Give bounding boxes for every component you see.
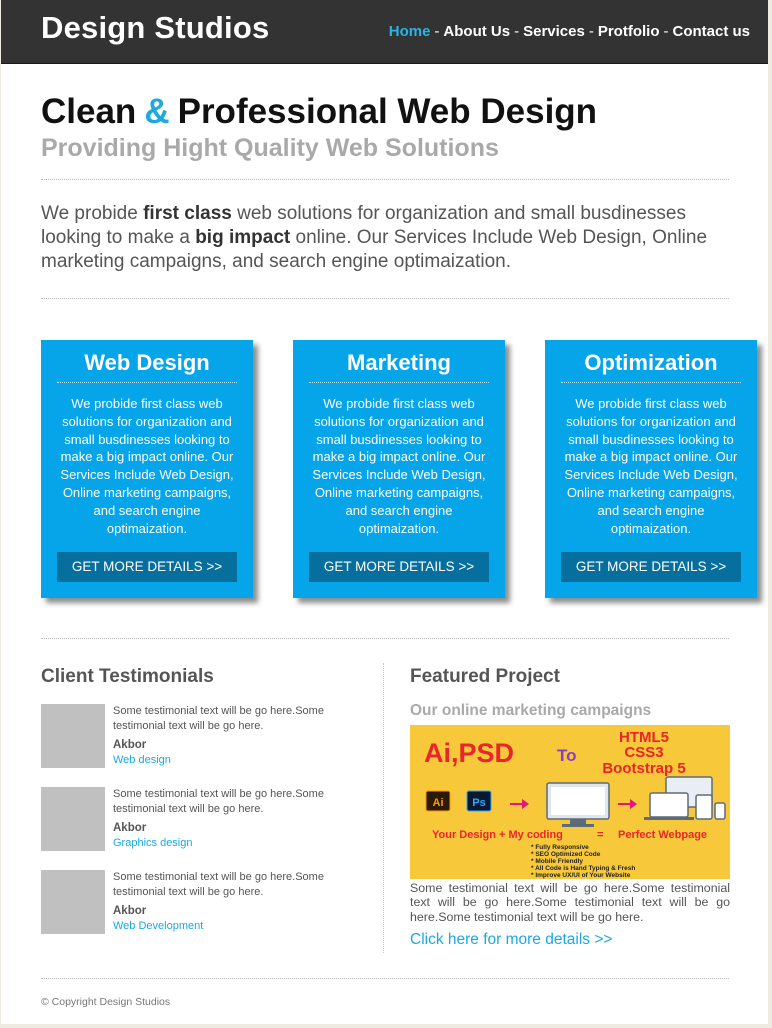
graphic-bullet: * SEO Optimized Code bbox=[531, 851, 601, 858]
monitor-stand bbox=[570, 819, 586, 824]
get-more-details-button[interactable]: GET MORE DETAILS >> bbox=[309, 552, 489, 582]
testimonial-author: Akbor bbox=[113, 905, 147, 917]
hero-title: Clean & Professional Web Design bbox=[41, 92, 597, 132]
testimonials-title: Client Testimonials bbox=[41, 666, 214, 687]
intro-emphasis: big impact bbox=[195, 227, 291, 248]
featured-project-title: Featured Project bbox=[410, 666, 560, 687]
intro-paragraph: We probide first class web solutions for… bbox=[41, 202, 731, 274]
service-card-optimization: Optimization We probide first class web … bbox=[545, 340, 757, 598]
tablet-icon bbox=[695, 794, 713, 820]
nav-services[interactable]: Services bbox=[523, 23, 585, 40]
testimonial-role-link[interactable]: Graphics design bbox=[113, 837, 193, 849]
graphic-bullet: * All Code is Hand Typing & Fresh bbox=[531, 865, 635, 872]
graphic-equals: = bbox=[597, 829, 603, 841]
testimonial-text: Some testimonial text will be go here.So… bbox=[113, 705, 324, 732]
graphic-bullet: * Mobile Friendly bbox=[531, 858, 583, 865]
featured-project-subtitle: Our online marketing campaigns bbox=[410, 702, 652, 719]
phone-icon bbox=[714, 802, 726, 820]
card-title: Optimization bbox=[561, 350, 741, 383]
card-title: Web Design bbox=[57, 350, 237, 383]
graphic-equation-left: Your Design + My coding bbox=[432, 829, 563, 841]
get-more-details-button[interactable]: GET MORE DETAILS >> bbox=[57, 552, 237, 582]
service-card-web-design: Web Design We probide first class web so… bbox=[41, 340, 253, 598]
card-text: We probide first class web solutions for… bbox=[312, 396, 486, 536]
divider bbox=[41, 978, 729, 979]
testimonial-text: Some testimonial text will be go here.So… bbox=[113, 788, 324, 815]
avatar bbox=[41, 704, 105, 768]
column-divider bbox=[383, 663, 384, 953]
testimonial-item: Some testimonial text will be go here.So… bbox=[41, 787, 341, 853]
monitor-base bbox=[562, 824, 594, 827]
testimonial-text: Some testimonial text will be go here.So… bbox=[113, 871, 324, 898]
nav-contact-us[interactable]: Contact us bbox=[672, 23, 750, 40]
laptop-base bbox=[644, 817, 694, 820]
intro-emphasis: first class bbox=[143, 203, 232, 224]
graphic-bullet: * Improve UX/UI of Your Website bbox=[531, 872, 631, 879]
graphic-target-line-2: CSS3 bbox=[624, 744, 663, 761]
card-text: We probide first class web solutions for… bbox=[564, 396, 738, 536]
hero-title-ampersand: & bbox=[144, 92, 170, 131]
card-title: Marketing bbox=[309, 350, 489, 383]
divider bbox=[41, 638, 729, 639]
nav-portfolio[interactable]: Protfolio bbox=[598, 23, 660, 40]
hero-title-part2: Professional Web Design bbox=[177, 92, 598, 131]
featured-project-image[interactable]: Ai,PSD To HTML5 CSS3 Bootstrap 5 Ai Ps Y… bbox=[410, 725, 730, 879]
testimonial-author: Akbor bbox=[113, 822, 147, 834]
testimonial-item: Some testimonial text will be go here.So… bbox=[41, 870, 341, 936]
testimonial-role-link[interactable]: Web design bbox=[113, 754, 171, 766]
page: Design Studios Home - About Us - Services - Pr… bbox=[1, 0, 768, 1024]
avatar bbox=[41, 787, 105, 851]
divider bbox=[41, 179, 729, 180]
site-logo[interactable]: Design Studios bbox=[41, 10, 269, 46]
testimonial-role-link[interactable]: Web Development bbox=[113, 920, 203, 932]
featured-project-graphic: Ai,PSD To HTML5 CSS3 Bootstrap 5 Ai Ps Y… bbox=[410, 725, 730, 879]
more-details-link[interactable]: Click here for more details >> bbox=[410, 931, 612, 949]
nav-separator: - bbox=[588, 23, 594, 40]
hero-subtitle: Providing Hight Quality Web Solutions bbox=[41, 134, 499, 162]
featured-project-text: Some testimonial text will be go here.So… bbox=[410, 881, 730, 924]
laptop-icon bbox=[649, 792, 689, 818]
nav-separator: - bbox=[514, 23, 520, 40]
illustrator-icon-label: Ai bbox=[433, 797, 444, 809]
main-nav: Home - About Us - Services - Protfolio - Contact… bbox=[389, 23, 750, 40]
testimonial-author: Akbor bbox=[113, 739, 147, 751]
graphic-source-text: Ai,PSD bbox=[424, 738, 514, 768]
graphic-target-line-3: Bootstrap 5 bbox=[602, 760, 685, 777]
footer-copyright: © Copyright Design Studios bbox=[41, 996, 171, 1008]
graphic-to-text: To bbox=[557, 746, 577, 765]
avatar bbox=[41, 870, 105, 934]
photoshop-icon-label: Ps bbox=[472, 797, 485, 809]
hero-title-part1: Clean bbox=[41, 92, 137, 131]
divider bbox=[41, 298, 729, 299]
nav-separator: - bbox=[663, 23, 669, 40]
intro-text: We probide bbox=[41, 203, 144, 224]
nav-separator: - bbox=[434, 23, 440, 40]
get-more-details-button[interactable]: GET MORE DETAILS >> bbox=[561, 552, 741, 582]
nav-home[interactable]: Home bbox=[389, 23, 431, 40]
monitor-screen bbox=[551, 787, 605, 815]
graphic-equation-right: Perfect Webpage bbox=[618, 829, 707, 841]
card-text: We probide first class web solutions for… bbox=[60, 396, 234, 536]
testimonial-item: Some testimonial text will be go here.So… bbox=[41, 704, 341, 770]
site-header: Design Studios Home - About Us - Services - Pr… bbox=[1, 0, 768, 64]
nav-about-us[interactable]: About Us bbox=[443, 23, 510, 40]
graphic-bullet: * Fully Responsive bbox=[531, 844, 589, 851]
service-card-marketing: Marketing We probide first class web sol… bbox=[293, 340, 505, 598]
